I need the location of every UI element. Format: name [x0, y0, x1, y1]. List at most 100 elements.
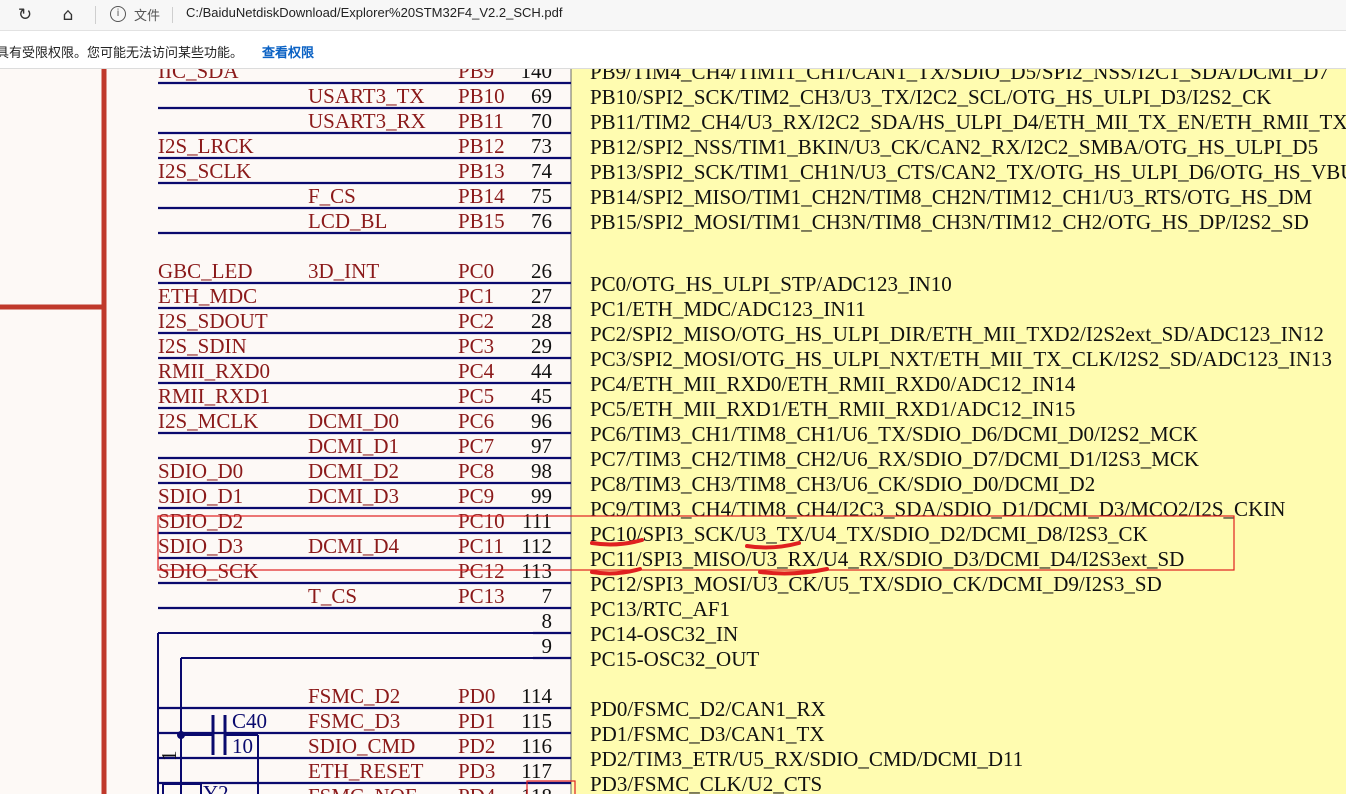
- net-label: I2S_SDOUT: [158, 309, 268, 333]
- pin-number: 45: [531, 384, 552, 408]
- pin-number: 97: [531, 434, 552, 458]
- pin-number: 70: [531, 109, 552, 133]
- pin-function: PC8/TIM3_CH3/TIM8_CH3/U6_CK/SDIO_D0/DCMI…: [590, 472, 1095, 496]
- pin-number: 99: [531, 484, 552, 508]
- net-label: GBC_LED: [158, 259, 253, 283]
- pin-function: PD3/FSMC_CLK/U2_CTS: [590, 772, 822, 794]
- pin-function: PC11/SPI3_MISO/U3_RX/U4_RX/SDIO_D3/DCMI_…: [590, 547, 1184, 571]
- pin-function: PC1/ETH_MDC/ADC123_IN11: [590, 297, 866, 321]
- pin-function: PC7/TIM3_CH2/TIM8_CH2/U6_RX/SDIO_D7/DCMI…: [590, 447, 1199, 471]
- net-label: IIC_SDA: [158, 69, 239, 83]
- pin-function: PB9/TIM4_CH4/TIM11_CH1/CAN1_TX/SDIO_D5/S…: [590, 69, 1329, 84]
- pin-number: 69: [531, 84, 552, 108]
- pin-number: 27: [531, 284, 552, 308]
- pin-name: PC11: [458, 534, 504, 558]
- pin-name: PB10: [458, 84, 505, 108]
- net-label: FSMC_D3: [308, 709, 400, 733]
- pin-number: 75: [531, 184, 552, 208]
- pin-function: PC4/ETH_MII_RXD0/ETH_RMII_RXD0/ADC12_IN1…: [590, 372, 1076, 396]
- pin-function: PD0/FSMC_D2/CAN1_RX: [590, 697, 826, 721]
- net-label: SDIO_D0: [158, 459, 243, 483]
- pin-number: 116: [521, 734, 552, 758]
- pin-function: PC15-OSC32_OUT: [590, 647, 759, 671]
- net-label: RMII_RXD1: [158, 384, 270, 408]
- net-label: LCD_BL: [308, 209, 387, 233]
- pin-name: PC1: [458, 284, 494, 308]
- pin-number: 26: [531, 259, 552, 283]
- pin-function: PC5/ETH_MII_RXD1/ETH_RMII_RXD1/ADC12_IN1…: [590, 397, 1075, 421]
- pin-number: 7: [542, 584, 553, 608]
- net-label: ETH_MDC: [158, 284, 257, 308]
- pin-function: PB13/SPI2_SCK/TIM1_CH1N/U3_CTS/CAN2_TX/O…: [590, 160, 1346, 184]
- pdf-viewer[interactable]: IIC_SDA PB9 140 PB9/TIM4_CH4/TIM11_CH1/CAN1…: [0, 69, 1346, 794]
- pin-function: PB11/TIM2_CH4/U3_RX/I2C2_SDA/HS_ULPI_D4/…: [590, 110, 1346, 134]
- crystal-name: Y2: [203, 781, 229, 794]
- address-divider: [172, 7, 173, 23]
- pin-function: PC3/SPI2_MOSI/OTG_HS_ULPI_NXT/ETH_MII_TX…: [590, 347, 1332, 371]
- pin-name: PB9: [458, 69, 494, 83]
- net-label: I2S_SCLK: [158, 159, 251, 183]
- pin-number: 76: [531, 209, 552, 233]
- pin-name: PC13: [458, 584, 505, 608]
- restricted-permissions-infobar: 具有受限权限。您可能无法访问某些功能。 查看权限: [0, 31, 1346, 69]
- pin-function: PB14/SPI2_MISO/TIM1_CH2N/TIM8_CH2N/TIM12…: [590, 185, 1312, 209]
- pin-function: PC13/RTC_AF1: [590, 597, 730, 621]
- pin-number: 9: [542, 634, 553, 658]
- pin-number: 98: [531, 459, 552, 483]
- pin-function: PC10/SPI3_SCK/U3_TX/U4_TX/SDIO_D2/DCMI_D…: [590, 522, 1148, 546]
- pin-number: 44: [531, 359, 553, 383]
- capacitor-value: 10: [232, 734, 253, 758]
- pin-number: 114: [521, 684, 552, 708]
- net-label: DCMI_D3: [308, 484, 399, 508]
- pin-name: PD0: [458, 684, 495, 708]
- pin-number: 140: [521, 69, 553, 83]
- refresh-icon[interactable]: ↻: [14, 4, 36, 26]
- pin-name: PB14: [458, 184, 505, 208]
- net-label: F_CS: [308, 184, 356, 208]
- pin-number: 115: [521, 709, 552, 733]
- net-label: SDIO_SCK: [158, 559, 258, 583]
- pin-function: PC9/TIM3_CH4/TIM8_CH4/I2C3_SDA/SDIO_D1/D…: [590, 497, 1285, 521]
- capacitor-name: C40: [232, 709, 267, 733]
- pin-name: PC5: [458, 384, 494, 408]
- net-label: USART3_RX: [308, 109, 426, 133]
- pin-number: 117: [521, 759, 552, 783]
- pin-name: PD2: [458, 734, 495, 758]
- address-bar-url[interactable]: C:/BaiduNetdiskDownload/Explorer%20STM32…: [186, 5, 562, 20]
- net-label: ETH_RESET: [308, 759, 424, 783]
- net-label: I2S_SDIN: [158, 334, 247, 358]
- pin-name: PB13: [458, 159, 505, 183]
- pin-number: 112: [521, 534, 552, 558]
- pin-number: 73: [531, 134, 552, 158]
- pin-function: PC12/SPI3_MOSI/U3_CK/U5_TX/SDIO_CK/DCMI_…: [590, 572, 1162, 596]
- pin-name: PC8: [458, 459, 494, 483]
- pin-function: PC6/TIM3_CH1/TIM8_CH1/U6_TX/SDIO_D6/DCMI…: [590, 422, 1198, 446]
- pin-name: PD4: [458, 784, 496, 794]
- net-label: DCMI_D2: [308, 459, 399, 483]
- net-label: T_CS: [308, 584, 357, 608]
- net-label: RMII_RXD0: [158, 359, 270, 383]
- view-permissions-link[interactable]: 查看权限: [262, 42, 314, 61]
- pin-name: PC3: [458, 334, 494, 358]
- net-label: DCMI_D0: [308, 409, 399, 433]
- pin-function: PB12/SPI2_NSS/TIM1_BKIN/U3_CK/CAN2_RX/I2…: [590, 135, 1318, 159]
- pin-number: 8: [542, 609, 553, 633]
- pin-name: PC2: [458, 309, 494, 333]
- pin-name: PC12: [458, 559, 505, 583]
- net-label: 3D_INT: [308, 259, 379, 283]
- home-icon[interactable]: ⌂: [57, 4, 79, 26]
- net-label: I2S_MCLK: [158, 409, 258, 433]
- net-label: DCMI_D4: [308, 534, 400, 558]
- toolbar-divider: [95, 6, 96, 24]
- net-label: SDIO_D3: [158, 534, 243, 558]
- pin-function: PB10/SPI2_SCK/TIM2_CH3/U3_TX/I2C2_SCL/OT…: [590, 85, 1271, 109]
- pin-function: PB15/SPI2_MOSI/TIM1_CH3N/TIM8_CH3N/TIM12…: [590, 210, 1309, 234]
- pin-number: 29: [531, 334, 552, 358]
- pin-number: 111: [522, 509, 552, 533]
- pin-name: PD3: [458, 759, 495, 783]
- pin-name: PC0: [458, 259, 494, 283]
- pin-name: PC9: [458, 484, 494, 508]
- pin-name: PC6: [458, 409, 494, 433]
- info-icon[interactable]: i: [110, 6, 126, 22]
- pin-name: PC7: [458, 434, 494, 458]
